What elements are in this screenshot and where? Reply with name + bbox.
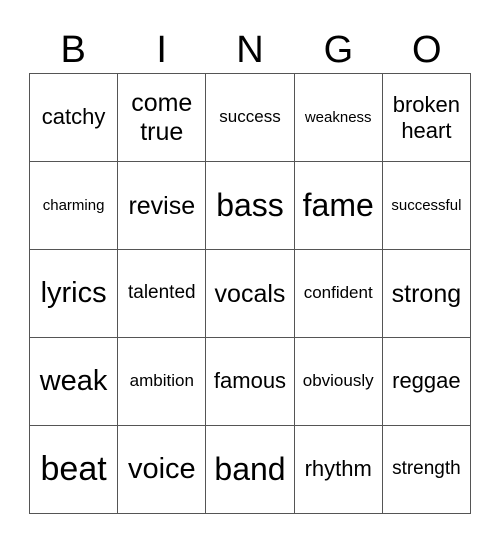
bingo-cell[interactable]: fame	[294, 162, 383, 250]
bingo-cell[interactable]: voice	[118, 426, 207, 514]
bingo-cell[interactable]: weak	[30, 338, 119, 426]
header-letter-o: O	[412, 29, 442, 71]
header-letter-n: N	[236, 29, 264, 71]
bingo-cell[interactable]: success	[206, 74, 295, 162]
bingo-cell[interactable]: famous	[206, 338, 295, 426]
bingo-cell[interactable]: successful	[382, 162, 471, 250]
bingo-cell[interactable]: reggae	[382, 338, 471, 426]
bingo-cell[interactable]: strength	[382, 426, 471, 514]
bingo-cell[interactable]: broken heart	[382, 74, 471, 162]
bingo-cell[interactable]: talented	[118, 250, 207, 338]
bingo-cell[interactable]: bass	[206, 162, 295, 250]
bingo-cell[interactable]: revise	[118, 162, 207, 250]
bingo-cell[interactable]: ambition	[118, 338, 207, 426]
bingo-cell[interactable]: vocals	[206, 250, 295, 338]
header-letter-b: B	[60, 29, 86, 71]
bingo-header: B I N G O	[29, 28, 471, 72]
bingo-cell[interactable]: lyrics	[30, 250, 119, 338]
bingo-grid: catchy come true success weakness broken…	[29, 73, 471, 514]
bingo-cell[interactable]: catchy	[30, 74, 119, 162]
bingo-cell[interactable]: beat	[30, 426, 119, 514]
bingo-cell[interactable]: weakness	[294, 74, 383, 162]
bingo-cell[interactable]: obviously	[294, 338, 383, 426]
header-letter-g: G	[323, 29, 354, 71]
header-letter-i: I	[156, 29, 167, 71]
bingo-cell[interactable]: band	[206, 426, 295, 514]
bingo-cell[interactable]: confident	[294, 250, 383, 338]
cell-text: come true	[131, 88, 193, 146]
cell-text: broken heart	[392, 92, 461, 143]
bingo-cell[interactable]: rhythm	[294, 426, 383, 514]
bingo-cell[interactable]: come true	[118, 74, 207, 162]
bingo-cell[interactable]: charming	[30, 162, 119, 250]
bingo-cell[interactable]: strong	[382, 250, 471, 338]
